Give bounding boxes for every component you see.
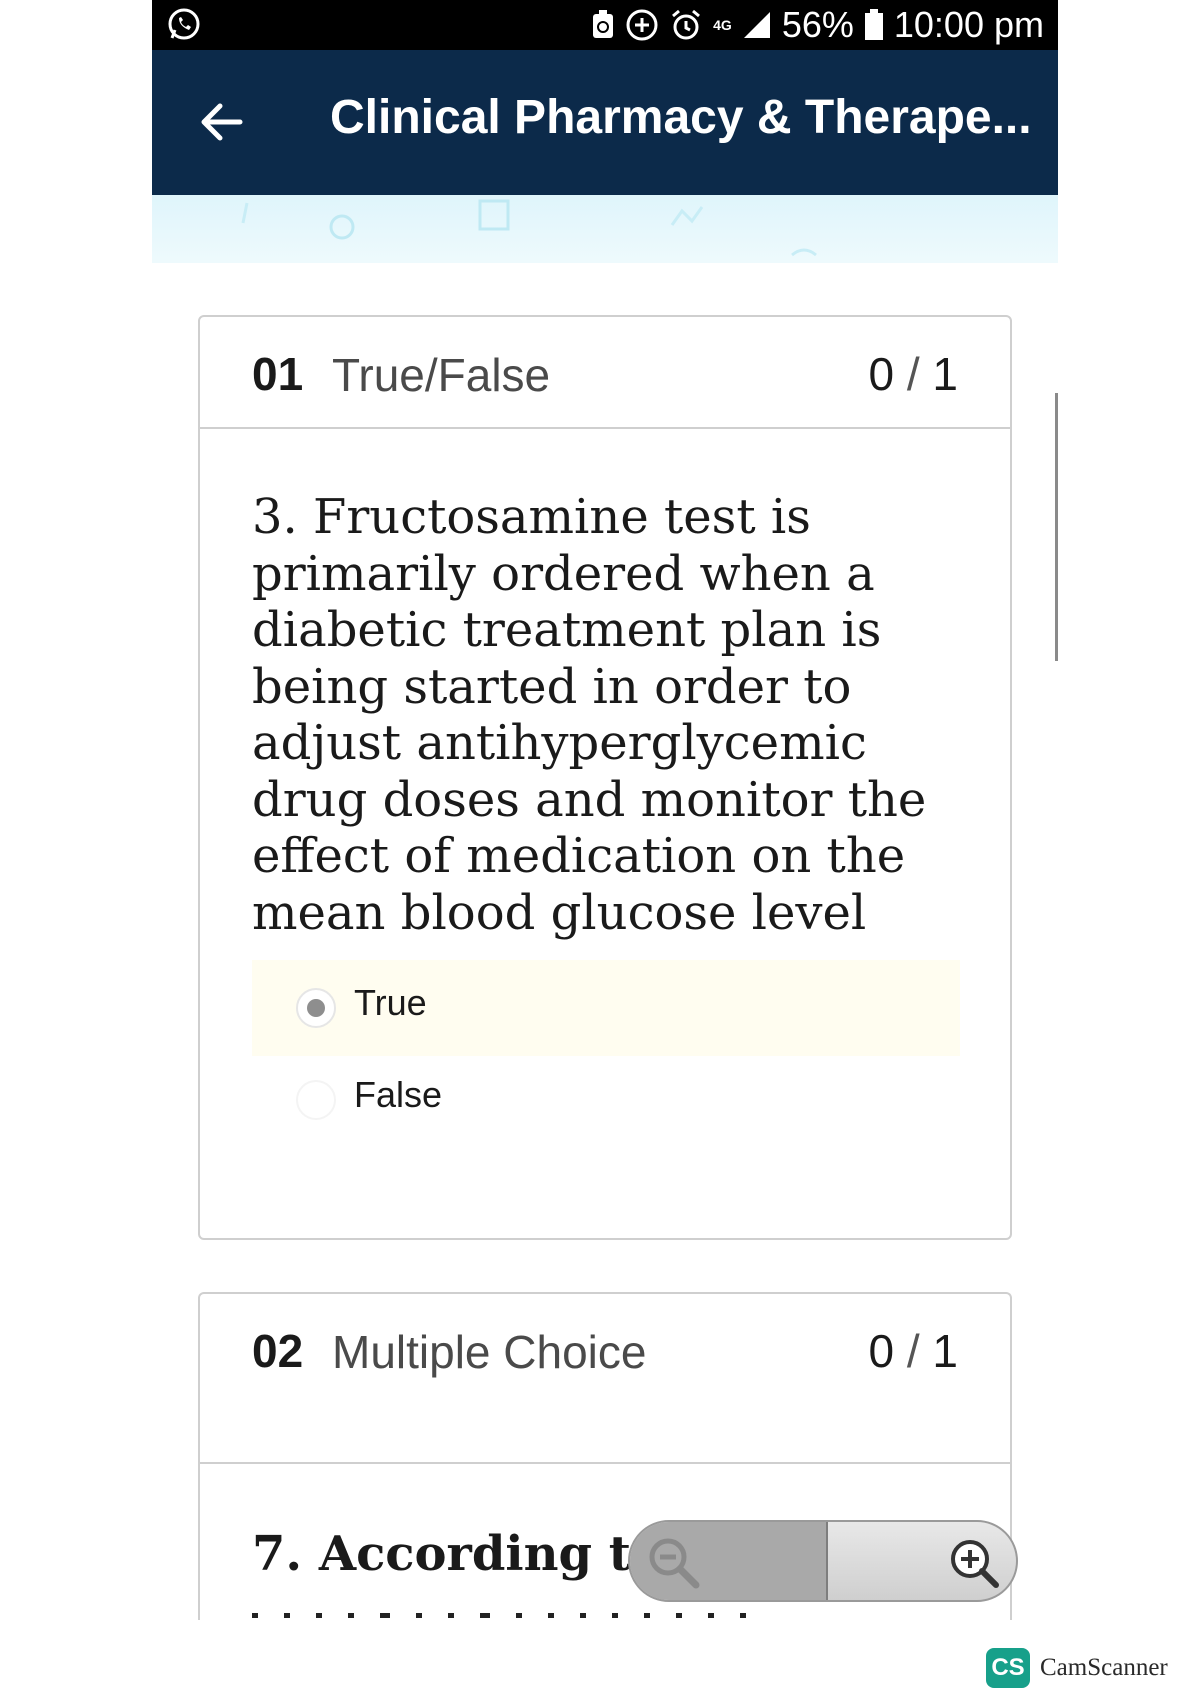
page-title: Clinical Pharmacy & Therape... <box>330 91 1032 144</box>
score-total: 1 <box>932 1325 958 1377</box>
zoom-out-button[interactable] <box>630 1522 828 1600</box>
scrollbar[interactable] <box>1055 393 1058 661</box>
question-card: 01 True/False 0 / 1 3. Fructosamine test… <box>198 315 1012 1240</box>
whatsapp-icon <box>166 6 202 42</box>
question-score: 0 / 1 <box>868 1324 958 1378</box>
signal-icon <box>742 10 772 40</box>
question-number: 02 <box>252 1325 304 1377</box>
zoom-in-icon <box>951 1540 999 1588</box>
question-header: 01 True/False 0 / 1 <box>200 317 1010 429</box>
score-separator: / <box>906 1325 920 1377</box>
cut-off-text <box>252 1604 952 1618</box>
radio-dot <box>307 999 325 1017</box>
clock: 10:00 pm <box>893 4 1044 45</box>
score-total: 1 <box>932 348 958 400</box>
option-false[interactable]: False <box>252 1052 960 1148</box>
option-true[interactable]: True <box>252 960 960 1056</box>
phone-screen: 4G 56% 10:00 pm Clinical Pharmacy & Ther… <box>152 0 1058 1620</box>
option-label: True <box>354 982 427 1023</box>
app-header: Clinical Pharmacy & Therape... <box>152 50 1058 195</box>
score-separator: / <box>906 348 920 400</box>
score-value: 0 <box>868 348 895 400</box>
question-type: True/False <box>332 349 551 401</box>
header-banner <box>152 195 1058 263</box>
option-label: False <box>354 1074 443 1115</box>
radio-button-selected[interactable] <box>296 988 336 1028</box>
status-bar: 4G 56% 10:00 pm <box>152 0 1058 50</box>
battery-icon <box>864 9 884 41</box>
battery-saver-icon <box>591 10 615 40</box>
zoom-control <box>628 1520 1018 1602</box>
radio-button[interactable] <box>296 1080 336 1120</box>
alarm-icon <box>669 8 703 42</box>
question-type: Multiple Choice <box>332 1326 647 1378</box>
back-button[interactable] <box>192 92 252 152</box>
add-circle-icon <box>625 8 659 42</box>
network-type: 4G <box>713 17 732 33</box>
battery-percent: 56% <box>781 4 854 45</box>
question-score: 0 / 1 <box>868 347 958 401</box>
camscanner-logo: CS <box>986 1648 1030 1688</box>
arrow-left-icon <box>201 103 243 141</box>
zoom-out-icon <box>649 1538 700 1589</box>
question-text: 3. Fructosamine test is primarily ordere… <box>252 489 927 941</box>
question-header: 02 Multiple Choice 0 / 1 <box>200 1294 1010 1464</box>
camscanner-watermark: CS CamScanner <box>986 1648 1168 1688</box>
banner-decoration <box>241 199 817 257</box>
question-number: 01 <box>252 348 304 400</box>
score-value: 0 <box>868 1325 895 1377</box>
camscanner-name: CamScanner <box>1040 1654 1168 1681</box>
